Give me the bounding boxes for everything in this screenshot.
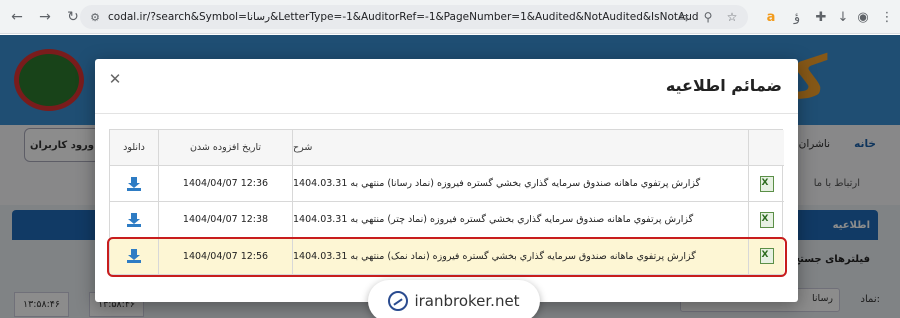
download-icon[interactable] [127, 176, 141, 191]
profile-icon[interactable]: ◉ [852, 6, 874, 28]
close-icon[interactable]: ✕ [107, 70, 123, 88]
forward-icon[interactable]: → [34, 6, 56, 28]
zoom-icon[interactable]: ⚲ [700, 9, 716, 25]
download-button[interactable] [110, 166, 158, 201]
watermark-text: iranbroker.net [414, 292, 520, 310]
row-desc: گزارش پرتفوي ماهانه صندوق سرمايه گذاري ب… [292, 166, 748, 201]
table-row: 1404/04/07 12:36 گزارش پرتفوي ماهانه صند… [110, 166, 784, 202]
watermark-badge: iranbroker.net [368, 280, 540, 318]
download-button[interactable] [110, 202, 158, 237]
menu-kebab-icon[interactable]: ⋮ [876, 6, 898, 28]
modal-title: ضمائم اطلاعيه [665, 76, 782, 95]
row-type [748, 202, 784, 237]
highlight-outline [107, 237, 787, 277]
table-row: 1404/04/07 12:38 گزارش پرتفوي ماهانه صند… [110, 202, 784, 238]
back-icon[interactable]: ← [6, 6, 28, 28]
translate-icon[interactable]: ⇆ [676, 9, 692, 25]
table-header: دانلود تاريخ افزوده شدن شرح [110, 130, 784, 166]
col-type [748, 130, 784, 165]
col-download: دانلود [123, 142, 145, 153]
row-date: 1404/04/07 12:36 [158, 166, 292, 201]
bookmark-star-icon[interactable]: ☆ [724, 9, 740, 25]
download-icon[interactable] [127, 212, 141, 227]
extension-a-icon[interactable]: a [760, 6, 782, 28]
row-date: 1404/04/07 12:38 [158, 202, 292, 237]
modal-divider [95, 113, 798, 114]
site-info-icon[interactable]: ⚙ [88, 10, 102, 24]
row-desc: گزارش پرتفوي ماهانه صندوق سرمايه گذاري ب… [292, 202, 748, 237]
col-desc: شرح [292, 130, 748, 165]
downloads-icon[interactable]: ↓ [832, 6, 854, 28]
extensions-puzzle-icon[interactable]: ✚ [810, 6, 832, 28]
excel-file-icon [759, 175, 774, 192]
browser-toolbar: ← → ↻ ⚙ codal.ir/?search&Symbol=رسانا&Le… [0, 0, 900, 34]
excel-file-icon [759, 211, 774, 228]
url-text[interactable]: codal.ir/?search&Symbol=رسانا&LetterType… [108, 11, 698, 23]
extension-vav-icon[interactable]: ؤ [786, 6, 808, 28]
address-bar[interactable]: ⚙ codal.ir/?search&Symbol=رسانا&LetterTy… [80, 5, 748, 29]
chart-logo-icon [388, 291, 409, 311]
row-type [748, 166, 784, 201]
col-date: تاريخ افزوده شدن [158, 130, 292, 165]
attachments-modal: ✕ ضمائم اطلاعيه دانلود تاريخ افزوده شدن … [95, 59, 798, 302]
